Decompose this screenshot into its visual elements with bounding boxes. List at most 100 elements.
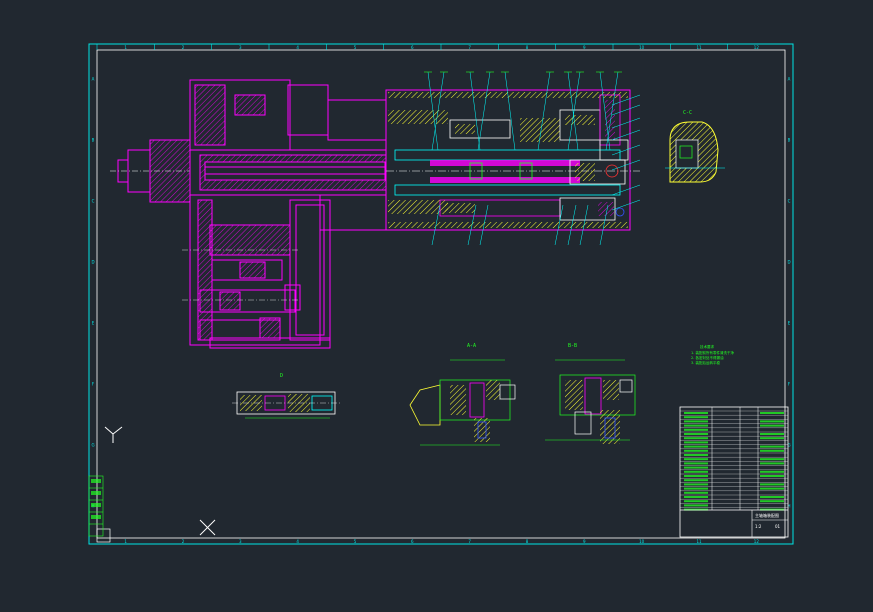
corner-box (96, 528, 111, 543)
section-b-view: B-B (545, 343, 636, 444)
zone-letter: 1 (124, 539, 127, 544)
zone-letter: D (91, 260, 94, 265)
title-block-sheet: 01 (775, 524, 781, 529)
table-cell (760, 433, 784, 435)
table-cell (684, 475, 708, 477)
table-cell (760, 445, 784, 448)
zone-letter: 7 (468, 539, 471, 544)
table-cell (760, 496, 784, 498)
zone-letter: 9 (583, 45, 586, 50)
title-block-name: 主轴箱装配图 (755, 512, 779, 518)
zone-letter: E (788, 321, 791, 326)
section-a-view: A-A (409, 343, 516, 446)
table-cell (684, 428, 708, 431)
zone-letter: 1 (124, 45, 127, 50)
zone-letter: 8 (526, 539, 529, 544)
tech-note-line: 1. 装配前所有零件清洗干净 (691, 350, 734, 355)
zone-letter: 2 (182, 45, 185, 50)
table-cell (684, 454, 708, 456)
zone-letter: 10 (639, 539, 645, 544)
parts-list-table: 主轴箱装配图 1:2 01 (679, 406, 789, 538)
table-cell (760, 437, 784, 440)
table-cell (760, 487, 784, 490)
table-cell (684, 437, 708, 440)
zone-letter: 3 (239, 539, 242, 544)
table-cell (760, 483, 784, 486)
table-cell (684, 412, 708, 414)
zone-letter: D (787, 260, 790, 265)
table-cell (684, 416, 708, 419)
leader-line (611, 184, 641, 196)
table-cell (684, 462, 708, 465)
zone-letter: 4 (296, 45, 299, 50)
zone-letter: C (788, 199, 791, 204)
zone-letter: 12 (754, 45, 760, 50)
zone-letter: 7 (468, 45, 471, 50)
table-cell (684, 445, 708, 448)
table-cell (684, 433, 708, 435)
leader-line (611, 129, 641, 141)
zone-letter: 11 (696, 45, 702, 50)
table-cell (684, 504, 708, 507)
zone-letter: E (92, 321, 95, 326)
leader-line (567, 71, 579, 151)
cursor-cross-icon (199, 519, 216, 536)
tech-note-line: 2. 各密封处不得漏油 (691, 355, 724, 360)
table-cell (760, 458, 784, 461)
table-cell (684, 483, 708, 486)
table-cell (684, 470, 708, 473)
tech-note-line: 3. 装配后运转平稳 (691, 360, 720, 365)
section-b-label: B-B (568, 343, 577, 349)
table-cell (684, 466, 708, 469)
zone-letter: 4 (296, 539, 299, 544)
table-cell (684, 500, 708, 503)
title-block-scale: 1:2 (755, 524, 762, 529)
left-strip-table (88, 475, 104, 537)
table-cell (684, 491, 708, 494)
zone-letter: 11 (696, 539, 702, 544)
table-cell (760, 424, 784, 427)
zone-letter: 2 (182, 539, 185, 544)
zone-letter: A (788, 77, 791, 82)
parts-list-rows (680, 410, 788, 511)
table-cell (760, 449, 784, 452)
zone-letter: 6 (411, 45, 414, 50)
table-cell (760, 412, 784, 414)
leader-line (611, 117, 641, 129)
table-cell (760, 475, 784, 477)
zone-letter: 9 (583, 539, 586, 544)
zone-letter: 3 (239, 45, 242, 50)
zone-letter: 6 (411, 539, 414, 544)
zone-letter: B (788, 138, 791, 143)
leader-line (611, 159, 641, 171)
table-cell (760, 462, 784, 465)
table-cell (684, 458, 708, 461)
table-cell (684, 496, 708, 498)
view-d-label: D (280, 373, 283, 379)
leader-line (567, 71, 581, 151)
table-cell (684, 487, 708, 490)
ucs-icon (104, 426, 123, 443)
zone-letter: F (788, 382, 791, 387)
zone-letter: 8 (526, 45, 529, 50)
cad-drawing-canvas: 112233445566778899101011111212AABBCCDDEE… (88, 43, 794, 545)
zone-letter: 5 (354, 539, 357, 544)
table-cell (684, 441, 708, 444)
zone-letter: 5 (354, 45, 357, 50)
leader-line (611, 104, 641, 116)
table-cell (684, 420, 708, 423)
zone-letter: A (92, 77, 95, 82)
zone-letter: B (92, 138, 95, 143)
zone-letter: 10 (639, 45, 645, 50)
zone-letter: 12 (754, 539, 760, 544)
table-cell (684, 479, 708, 482)
tech-note-title: 技术要求 (700, 344, 714, 349)
table-cell (760, 500, 784, 503)
partial-view-d: D (232, 373, 340, 419)
table-cell (684, 424, 708, 427)
table-cell (684, 449, 708, 452)
section-a-label: A-A (467, 343, 476, 349)
gearbox-section-view (110, 79, 387, 349)
table-cell (760, 470, 784, 473)
technical-notes: 技术要求 1. 装配前所有零件清洗干净 2. 各密封处不得漏油 3. 装配后运转… (691, 344, 734, 365)
